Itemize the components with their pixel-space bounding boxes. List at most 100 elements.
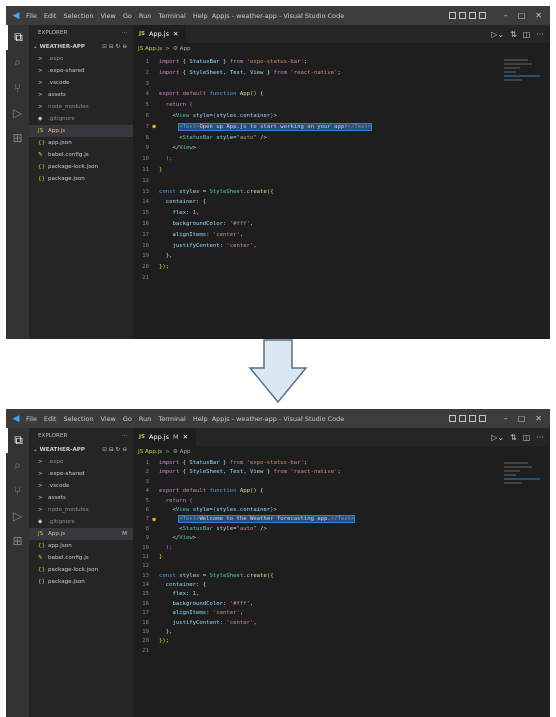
extensions-icon[interactable]: ⊞: [6, 125, 29, 150]
file-tree-item[interactable]: > .vscode: [29, 77, 133, 89]
file-tree-item[interactable]: ✎ babel.config.js: [29, 149, 133, 161]
tab-close-icon[interactable]: ✕: [183, 433, 188, 441]
menu-edit[interactable]: Edit: [44, 415, 57, 423]
folder-header[interactable]: ⌄ WEATHER-APP ⊡⊟↻⊖: [29, 444, 133, 456]
file-tree-item[interactable]: > assets: [29, 492, 133, 504]
new-folder-icon[interactable]: ⊟: [109, 44, 116, 50]
source-control-icon[interactable]: ⑂: [6, 478, 29, 503]
new-file-icon[interactable]: ⊡: [102, 44, 109, 50]
file-tree-item[interactable]: {} package.json: [29, 173, 133, 185]
menu-edit[interactable]: Edit: [44, 12, 57, 20]
file-tree-item[interactable]: {} package-lock.json: [29, 161, 133, 173]
toggle-sidebar-icon[interactable]: [448, 12, 456, 19]
file-tree-item[interactable]: > .expo-shared: [29, 65, 133, 77]
code-token: StatusBar: [189, 59, 220, 65]
new-file-icon[interactable]: ⊡: [102, 447, 109, 453]
minimap[interactable]: [504, 59, 544, 99]
file-tree-item[interactable]: {} package-lock.json: [29, 564, 133, 576]
menu-go[interactable]: Go: [123, 12, 132, 20]
explorer-more-icon[interactable]: ···: [122, 433, 127, 439]
file-tree-item[interactable]: > .expo: [29, 456, 133, 468]
run-debug-icon[interactable]: ▷: [6, 100, 29, 125]
run-icon[interactable]: ▷⌄: [491, 433, 504, 442]
file-tree: > .expo > .expo-shared > .vscode > assets > node_…: [29, 53, 133, 185]
toggle-secondary-sidebar-icon[interactable]: [468, 415, 476, 422]
minimize-button[interactable]: –: [504, 414, 508, 423]
menu-help[interactable]: Help: [193, 415, 208, 423]
file-tree-item[interactable]: {} app.json: [29, 540, 133, 552]
toggle-sidebar-icon[interactable]: [448, 415, 456, 422]
explorer-more-icon[interactable]: ···: [122, 30, 127, 36]
source-control-icon[interactable]: ⑂: [6, 75, 29, 100]
file-tree-item[interactable]: {} app.json: [29, 137, 133, 149]
file-tree-item[interactable]: JS App.js: [29, 125, 133, 137]
file-tree-item[interactable]: > node_modules: [29, 101, 133, 113]
split-editor-icon[interactable]: ◫: [523, 30, 531, 39]
explorer-icon[interactable]: ⧉: [6, 25, 29, 50]
tab-close-icon[interactable]: ✕: [173, 30, 178, 38]
lightbulb-icon[interactable]: ●: [149, 515, 159, 524]
file-tree-item[interactable]: > assets: [29, 89, 133, 101]
menu-go[interactable]: Go: [123, 415, 132, 423]
file-tree-item[interactable]: > .expo: [29, 53, 133, 65]
menu-run[interactable]: Run: [139, 415, 151, 423]
menu-terminal[interactable]: Terminal: [158, 12, 185, 20]
menu-view[interactable]: View: [100, 12, 115, 20]
extensions-icon[interactable]: ⊞: [6, 528, 29, 553]
code-editor[interactable]: 1 import { StatusBar } from 'expo-status-…: [133, 57, 550, 284]
file-tree-item[interactable]: > .vscode: [29, 480, 133, 492]
search-icon[interactable]: ⌕: [6, 453, 29, 478]
tab-app-js[interactable]: JS App.js M ✕: [133, 428, 197, 446]
open-changes-icon[interactable]: ⇅: [510, 433, 517, 442]
menu-view[interactable]: View: [100, 415, 115, 423]
search-icon[interactable]: ⌕: [6, 50, 29, 75]
menu-file[interactable]: File: [26, 415, 37, 423]
code-line: 4 export default function App() {: [133, 487, 550, 496]
tab-app-js[interactable]: JS App.js ✕: [133, 25, 187, 43]
close-window-button[interactable]: ✕: [535, 414, 542, 423]
menu-run[interactable]: Run: [139, 12, 151, 20]
toggle-secondary-sidebar-icon[interactable]: [468, 12, 476, 19]
file-tree-item[interactable]: ◆ .gitignore: [29, 113, 133, 125]
toggle-panel-icon[interactable]: [458, 12, 466, 19]
lightbulb-icon[interactable]: ●: [149, 122, 159, 133]
menu-help[interactable]: Help: [193, 12, 208, 20]
maximize-button[interactable]: □: [518, 414, 526, 423]
more-actions-icon[interactable]: ···: [536, 30, 544, 39]
folder-header[interactable]: ⌄ WEATHER-APP ⊡⊟↻⊖: [29, 41, 133, 53]
open-changes-icon[interactable]: ⇅: [510, 30, 517, 39]
file-tree-item[interactable]: > .expo-shared: [29, 468, 133, 480]
maximize-button[interactable]: □: [518, 11, 526, 20]
file-tree-item[interactable]: > node_modules: [29, 504, 133, 516]
menu-file[interactable]: File: [26, 12, 37, 20]
minimap[interactable]: [504, 462, 544, 502]
run-debug-icon[interactable]: ▷: [6, 503, 29, 528]
menu-selection[interactable]: Selection: [63, 12, 93, 20]
file-tree-item[interactable]: {} package.json: [29, 576, 133, 588]
run-icon[interactable]: ▷⌄: [491, 30, 504, 39]
code-editor[interactable]: 1 import { StatusBar } from 'expo-status-…: [133, 459, 550, 656]
explorer-icon[interactable]: ⧉: [6, 428, 29, 453]
split-editor-icon[interactable]: ◫: [523, 433, 531, 442]
collapse-all-icon[interactable]: ⊖: [122, 44, 129, 50]
breadcrumb-file[interactable]: JS App.js: [138, 46, 162, 52]
customize-layout-icon[interactable]: [478, 12, 486, 19]
breadcrumb-file[interactable]: JS App.js: [138, 449, 162, 455]
file-tree-item[interactable]: ◆ .gitignore: [29, 516, 133, 528]
toggle-panel-icon[interactable]: [458, 415, 466, 422]
close-window-button[interactable]: ✕: [535, 11, 542, 20]
new-folder-icon[interactable]: ⊟: [109, 447, 116, 453]
collapse-all-icon[interactable]: ⊖: [122, 447, 129, 453]
minimize-button[interactable]: –: [504, 11, 508, 20]
breadcrumb-symbol[interactable]: ⚙ App: [173, 449, 191, 455]
file-tree-item[interactable]: ✎ babel.config.js: [29, 552, 133, 564]
file-tree-item[interactable]: JS App.js M: [29, 528, 133, 540]
code-line: 21: [133, 647, 550, 656]
more-actions-icon[interactable]: ···: [536, 433, 544, 442]
menu-terminal[interactable]: Terminal: [158, 415, 185, 423]
breadcrumb-symbol[interactable]: ⚙ App: [173, 46, 191, 52]
gutter: [149, 273, 159, 284]
code-text: import { StyleSheet, Text, View } from '…: [159, 468, 341, 477]
customize-layout-icon[interactable]: [478, 415, 486, 422]
menu-selection[interactable]: Selection: [63, 415, 93, 423]
